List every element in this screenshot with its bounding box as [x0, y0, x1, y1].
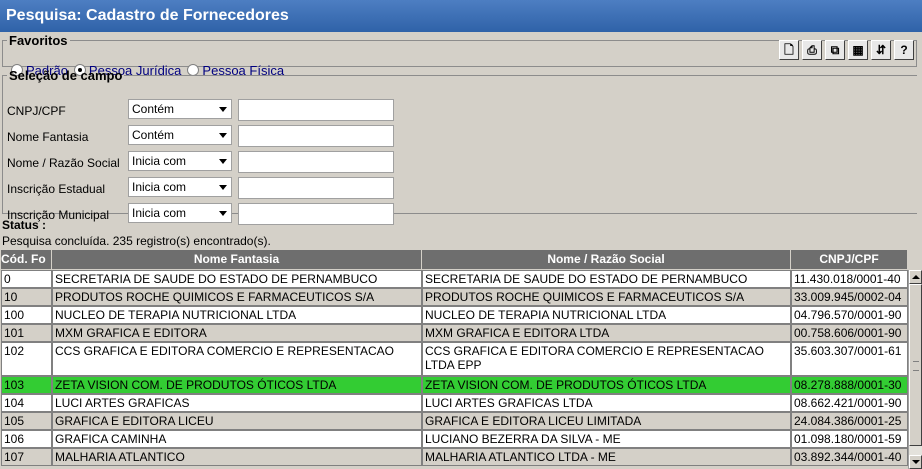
operator-select[interactable]: Inicia com: [128, 151, 232, 171]
print-icon[interactable]: ⎙: [802, 40, 822, 60]
table-cell: 03.892.344/0001-40: [791, 448, 908, 466]
table-row[interactable]: 104 LUCI ARTES GRAFICAS LUCI ARTES GRAFICA…: [1, 394, 908, 412]
table-cell: 04.796.570/0001-90: [791, 306, 908, 324]
operator-value: Inicia com: [132, 206, 187, 220]
operator-value: Contém: [132, 128, 175, 142]
table-cell: 11.430.018/0001-40: [791, 270, 908, 288]
selecao-legend: Seleção de campo: [9, 68, 123, 83]
table-cell: MXM GRAFICA E EDITORA: [52, 324, 422, 342]
column-header[interactable]: Nome / Razão Social: [422, 250, 791, 269]
table-cell: 01.098.180/0001-59: [791, 430, 908, 448]
table-cell: SECRETARIA DE SAUDE DO ESTADO DE PERNAMB…: [422, 270, 791, 288]
operator-select[interactable]: Inicia com: [128, 203, 232, 223]
table-row[interactable]: 10 PRODUTOS ROCHE QUIMICOS E FARMACEUTICO…: [1, 288, 908, 306]
scroll-down-button[interactable]: [909, 455, 922, 469]
operator-select[interactable]: Contém: [128, 99, 232, 119]
table-cell: PRODUTOS ROCHE QUIMICOS E FARMACEUTICOS …: [422, 288, 791, 306]
table-cell: 105: [1, 412, 52, 430]
dropdown-arrow-icon[interactable]: [219, 107, 227, 112]
field-input[interactable]: [238, 125, 394, 147]
table-row[interactable]: 107 MALHARIA ATLANTICO MALHARIA ATLANTICO …: [1, 448, 908, 466]
table-cell: 35.603.307/0001-61: [791, 342, 908, 376]
table-cell: SECRETARIA DE SAUDE DO ESTADO DE PERNAMB…: [52, 270, 422, 288]
copy-icon[interactable]: ⧉: [825, 40, 845, 60]
table-cell: 08.278.888/0001-30: [791, 376, 908, 394]
dropdown-arrow-icon[interactable]: [219, 185, 227, 190]
grid-header: Cód. Fo Nome Fantasia Nome / Razão Social C…: [1, 250, 908, 269]
table-cell: CCS GRAFICA E EDITORA COMERCIO E REPRESE…: [422, 342, 791, 376]
table-cell: 107: [1, 448, 52, 466]
table-cell: GRAFICA E EDITORA LICEU LIMITADA: [422, 412, 791, 430]
toolbar: 🗋 ⎙ ⧉ ▦ ⇵?: [776, 40, 914, 60]
table-row[interactable]: 103 ZETA VISION COM. DE PRODUTOS ÓTICOS L…: [1, 376, 908, 394]
table-cell: 102: [1, 342, 52, 376]
table-row[interactable]: 106 GRAFICA CAMINHA LUCIANO BEZERRA DA SIL…: [1, 430, 908, 448]
column-header[interactable]: Cód. Fo: [1, 250, 52, 269]
operator-select[interactable]: Contém: [128, 125, 232, 145]
table-cell: LUCI ARTES GRAFICAS: [52, 394, 422, 412]
table-cell: 106: [1, 430, 52, 448]
field-label: Inscrição Estadual: [7, 182, 106, 196]
table-cell: 10: [1, 288, 52, 306]
table-cell: NUCLEO DE TERAPIA NUTRICIONAL LTDA: [52, 306, 422, 324]
scroll-up-button[interactable]: [909, 270, 922, 284]
table-cell: 103: [1, 376, 52, 394]
table-row[interactable]: 105 GRAFICA E EDITORA LICEU GRAFICA E EDIT…: [1, 412, 908, 430]
window-title: Pesquisa: Cadastro de Fornecedores: [0, 0, 922, 32]
field-label: Nome / Razão Social: [7, 156, 120, 170]
column-header[interactable]: Nome Fantasia: [52, 250, 422, 269]
status-text: Pesquisa concluída. 235 registro(s) enco…: [2, 234, 271, 248]
new-document-icon[interactable]: 🗋: [779, 40, 799, 60]
scroll-thumb[interactable]: [909, 284, 922, 446]
field-label: Nome Fantasia: [7, 130, 89, 144]
dropdown-arrow-icon[interactable]: [219, 211, 227, 216]
table-cell: 0: [1, 270, 52, 288]
field-input[interactable]: [238, 99, 394, 121]
table-cell: MXM GRAFICA E EDITORA LTDA: [422, 324, 791, 342]
table-row[interactable]: 102 CCS GRAFICA E EDITORA COMERCIO E REPR…: [1, 342, 908, 376]
field-input[interactable]: [238, 151, 394, 173]
table-row[interactable]: 101 MXM GRAFICA E EDITORA MXM GRAFICA E ED…: [1, 324, 908, 342]
table-cell: 24.084.386/0001-25: [791, 412, 908, 430]
table-cell: ZETA VISION COM. DE PRODUTOS ÓTICOS LTDA: [422, 376, 791, 394]
table-cell: GRAFICA E EDITORA LICEU: [52, 412, 422, 430]
column-header[interactable]: CNPJ/CPF: [791, 250, 908, 269]
grid-scrollbar[interactable]: [908, 270, 922, 469]
export-icon[interactable]: ⇵: [871, 40, 891, 60]
table-row[interactable]: 0 SECRETARIA DE SAUDE DO ESTADO DE PERNAM…: [1, 270, 908, 288]
table-cell: LUCI ARTES GRAFICAS LTDA: [422, 394, 791, 412]
field-input[interactable]: [238, 177, 394, 199]
table-cell: LUCIANO BEZERRA DA SILVA - ME: [422, 430, 791, 448]
operator-value: Inicia com: [132, 180, 187, 194]
table-cell: 00.758.606/0001-90: [791, 324, 908, 342]
field-input[interactable]: [238, 203, 394, 225]
operator-value: Contém: [132, 102, 175, 116]
status-label: Status :: [2, 218, 47, 232]
table-cell: NUCLEO DE TERAPIA NUTRICIONAL LTDA: [422, 306, 791, 324]
table-row[interactable]: 100 NUCLEO DE TERAPIA NUTRICIONAL LTDA NUC…: [1, 306, 908, 324]
columns-icon[interactable]: ▦: [848, 40, 868, 60]
dropdown-arrow-icon[interactable]: [219, 133, 227, 138]
dropdown-arrow-icon[interactable]: [219, 159, 227, 164]
table-cell: PRODUTOS ROCHE QUIMICOS E FARMACEUTICOS …: [52, 288, 422, 306]
table-cell: 08.662.421/0001-90: [791, 394, 908, 412]
table-cell: ZETA VISION COM. DE PRODUTOS ÓTICOS LTDA: [52, 376, 422, 394]
table-cell: MALHARIA ATLANTICO: [52, 448, 422, 466]
results-grid: Cód. Fo Nome Fantasia Nome / Razão Social C…: [1, 250, 908, 469]
table-cell: 101: [1, 324, 52, 342]
table-cell: GRAFICA CAMINHA: [52, 430, 422, 448]
field-label: CNPJ/CPF: [7, 104, 66, 118]
table-cell: MALHARIA ATLANTICO LTDA - ME: [422, 448, 791, 466]
table-cell: 33.009.945/0002-04: [791, 288, 908, 306]
help-icon[interactable]: ?: [894, 40, 914, 60]
table-cell: 100: [1, 306, 52, 324]
favoritos-legend: Favoritos: [9, 33, 68, 48]
table-cell: CCS GRAFICA E EDITORA COMERCIO E REPRESE…: [52, 342, 422, 376]
operator-select[interactable]: Inicia com: [128, 177, 232, 197]
selecao-group: Seleção de campo CNPJ/CPF Contém Nome Fant…: [2, 68, 917, 225]
operator-value: Inicia com: [132, 154, 187, 168]
table-cell: 104: [1, 394, 52, 412]
